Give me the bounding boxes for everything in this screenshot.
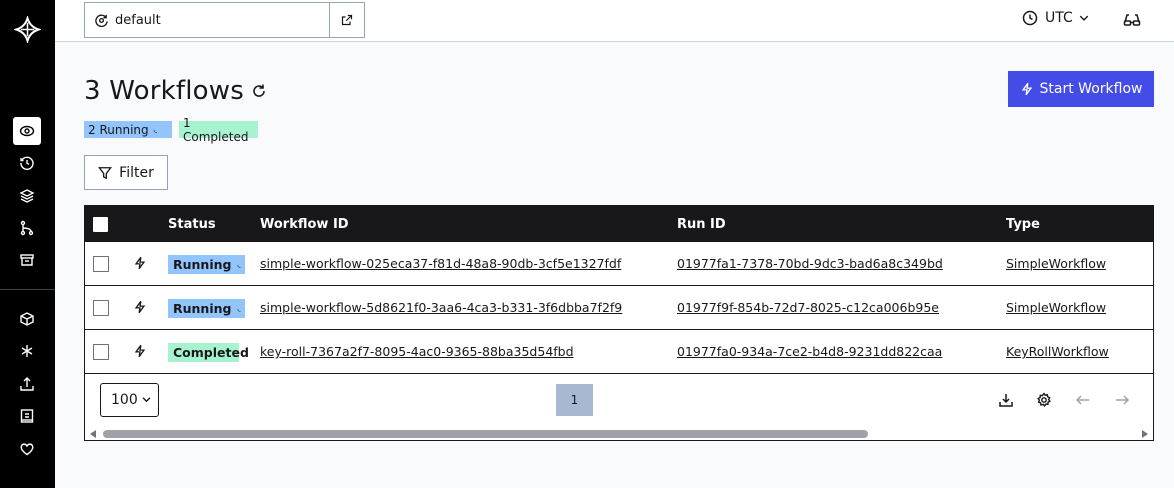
import-icon bbox=[20, 377, 34, 391]
refresh-icon[interactable] bbox=[251, 83, 267, 99]
nav-item-import[interactable] bbox=[13, 370, 41, 398]
page-size-value: 100 bbox=[111, 392, 138, 408]
table-row[interactable]: Completed key-roll-7367a2f7-8095-4ac0-93… bbox=[85, 330, 1153, 374]
row-checkbox[interactable] bbox=[93, 344, 109, 360]
workflow-type-link[interactable]: SimpleWorkflow bbox=[1006, 256, 1106, 271]
column-header-run-id[interactable]: Run ID bbox=[677, 217, 726, 232]
nexus-icon bbox=[20, 312, 34, 326]
arrow-left-icon[interactable] bbox=[1075, 392, 1091, 408]
schedules-icon bbox=[20, 156, 34, 171]
completed-count-label: 1 Completed bbox=[183, 115, 249, 144]
clock-icon bbox=[1022, 10, 1038, 26]
scroll-left-arrow[interactable] bbox=[90, 430, 96, 438]
page-size-select[interactable]: 100 bbox=[100, 383, 159, 417]
table-row[interactable]: Running ◟ simple-workflow-5d8621f0-3aa6-… bbox=[85, 286, 1153, 330]
bolt-icon[interactable] bbox=[133, 255, 147, 271]
status-label: Completed bbox=[173, 345, 249, 360]
row-checkbox[interactable] bbox=[93, 300, 109, 316]
table-row[interactable]: Running ◟ simple-workflow-025eca37-f81d-… bbox=[85, 242, 1153, 286]
download-icon[interactable] bbox=[998, 392, 1014, 408]
nav-item-docs[interactable] bbox=[13, 402, 41, 430]
feedback-icon bbox=[20, 443, 34, 456]
status-badge: Completed bbox=[168, 343, 249, 362]
arrow-right-icon[interactable] bbox=[1114, 392, 1130, 408]
filter-icon bbox=[98, 166, 113, 179]
filter-button[interactable]: Filter bbox=[84, 155, 168, 190]
status-label: Running bbox=[173, 301, 232, 316]
chevron-down-icon bbox=[1079, 15, 1088, 21]
deployments-icon bbox=[20, 220, 34, 236]
chevron-down-icon bbox=[142, 397, 151, 403]
namespace-icon bbox=[95, 14, 108, 27]
nav-item-integrations[interactable] bbox=[13, 337, 41, 365]
status-label: Running bbox=[173, 257, 232, 272]
glasses-icon[interactable] bbox=[1123, 11, 1141, 29]
spinner-icon: ◟ bbox=[237, 260, 241, 269]
horizontal-scrollbar[interactable] bbox=[85, 427, 1153, 440]
column-header-status[interactable]: Status bbox=[168, 217, 216, 232]
running-count-label: 2 Running bbox=[88, 122, 149, 137]
nav-item-feedback[interactable] bbox=[13, 435, 41, 463]
run-id-link[interactable]: 01977f9f-854b-72d7-8025-c12ca006b95e bbox=[677, 300, 939, 315]
workflows-icon bbox=[19, 125, 35, 137]
settings-icon[interactable] bbox=[1036, 392, 1052, 408]
namespace-selector: default bbox=[84, 2, 365, 38]
completed-count-badge[interactable]: 1 Completed bbox=[179, 116, 258, 144]
bolt-icon[interactable] bbox=[133, 343, 147, 359]
nav-item-nexus[interactable] bbox=[13, 305, 41, 333]
workflow-type-link[interactable]: KeyRollWorkflow bbox=[1006, 344, 1109, 359]
external-link-icon bbox=[341, 14, 353, 26]
table-header: Status Workflow ID Run ID Type bbox=[85, 206, 1153, 242]
start-workflow-label: Start Workflow bbox=[1039, 81, 1143, 97]
spinner-icon: ◟ bbox=[237, 304, 241, 313]
nav-divider bbox=[0, 289, 55, 290]
namespace-external-link[interactable] bbox=[330, 14, 364, 26]
namespace-label: default bbox=[115, 12, 161, 28]
archive-icon bbox=[20, 254, 34, 266]
bolt-icon[interactable] bbox=[133, 299, 147, 315]
nav-item-batch[interactable] bbox=[13, 182, 41, 210]
page-number-button[interactable]: 1 bbox=[556, 384, 593, 416]
workflow-id-link[interactable]: simple-workflow-5d8621f0-3aa6-4ca3-b331-… bbox=[260, 300, 622, 315]
start-workflow-button[interactable]: Start Workflow bbox=[1008, 71, 1154, 107]
run-id-link[interactable]: 01977fa0-934a-7ce2-b4d8-9231dd822caa bbox=[677, 344, 942, 359]
nav-item-archive[interactable] bbox=[13, 246, 41, 274]
integrations-icon bbox=[21, 345, 33, 357]
page-title: 3 Workflows bbox=[84, 76, 244, 106]
run-id-link[interactable]: 01977fa1-7378-70bd-9dc3-bad6a8c349bd bbox=[677, 256, 943, 271]
status-badge: Running ◟ bbox=[168, 255, 245, 274]
column-header-workflow-id[interactable]: Workflow ID bbox=[260, 217, 349, 232]
status-badge: Running ◟ bbox=[168, 299, 245, 318]
namespace-switcher[interactable]: default bbox=[85, 3, 330, 37]
docs-icon bbox=[20, 409, 34, 423]
scroll-thumb[interactable] bbox=[103, 430, 868, 438]
workflow-id-link[interactable]: simple-workflow-025eca37-f81d-48a8-90db-… bbox=[260, 256, 621, 271]
row-checkbox[interactable] bbox=[93, 256, 109, 272]
column-header-type[interactable]: Type bbox=[1006, 217, 1040, 232]
logo-icon[interactable] bbox=[14, 16, 41, 43]
running-count-badge[interactable]: 2 Running ◟ bbox=[84, 121, 172, 138]
filter-label: Filter bbox=[119, 164, 154, 181]
bolt-icon bbox=[1021, 82, 1032, 96]
nav-item-schedules[interactable] bbox=[13, 149, 41, 177]
scroll-right-arrow[interactable] bbox=[1142, 430, 1148, 438]
nav-item-deployments[interactable] bbox=[13, 214, 41, 242]
timezone-selector[interactable]: UTC bbox=[1022, 10, 1090, 26]
workflow-id-link[interactable]: key-roll-7367a2f7-8095-4ac0-9365-88ba35d… bbox=[260, 344, 574, 359]
spinner-icon: ◟ bbox=[153, 124, 158, 135]
side-nav bbox=[0, 0, 55, 488]
timezone-label: UTC bbox=[1045, 10, 1073, 26]
nav-item-workflows[interactable] bbox=[13, 117, 41, 145]
select-all-checkbox[interactable] bbox=[93, 217, 108, 232]
workflows-table: Status Workflow ID Run ID Type Running ◟… bbox=[84, 205, 1154, 441]
workflow-type-link[interactable]: SimpleWorkflow bbox=[1006, 300, 1106, 315]
top-bar: default UTC bbox=[55, 0, 1174, 42]
batch-icon bbox=[19, 189, 35, 203]
page-number-label: 1 bbox=[570, 393, 579, 407]
